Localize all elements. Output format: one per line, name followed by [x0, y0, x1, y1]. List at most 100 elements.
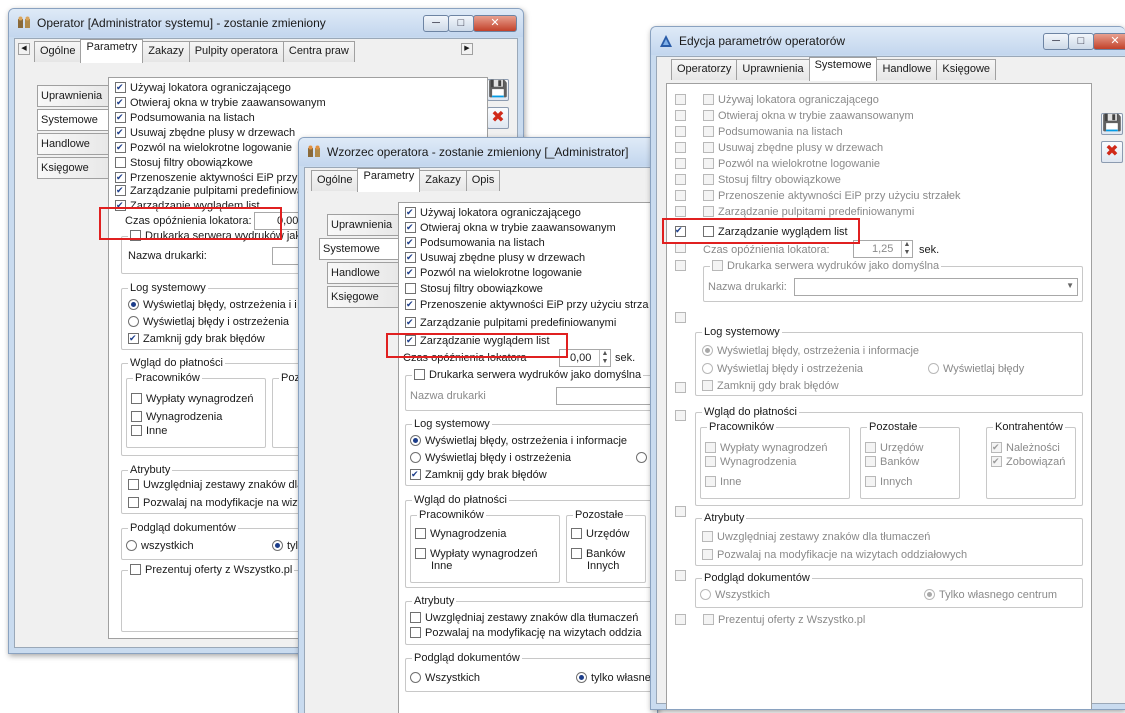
checkbox[interactable]	[571, 528, 582, 539]
radio[interactable]	[928, 363, 939, 374]
checkbox[interactable]	[991, 442, 1002, 453]
printer-select[interactable]: ▼	[794, 278, 1078, 296]
tab-handlowe[interactable]: Handlowe	[876, 59, 938, 80]
checkbox[interactable]	[405, 283, 416, 294]
checkbox[interactable]	[705, 456, 716, 467]
checkbox[interactable]	[128, 479, 139, 490]
checkbox[interactable]	[865, 456, 876, 467]
minimize-button[interactable]: ─	[423, 15, 449, 32]
checkbox[interactable]	[703, 614, 714, 625]
tab-uprawnienia[interactable]: Uprawnienia	[736, 59, 810, 80]
checkbox[interactable]	[405, 222, 416, 233]
vtab-ksiegowe[interactable]: Księgowe	[327, 286, 399, 308]
checkbox[interactable]	[703, 110, 714, 121]
minimize-button[interactable]: ─	[1043, 33, 1069, 50]
close-button[interactable]: ✕	[1093, 33, 1125, 50]
tab-operatorzy[interactable]: Operatorzy	[671, 59, 738, 80]
tab-parametry[interactable]: Parametry	[357, 168, 421, 192]
radio[interactable]	[272, 540, 283, 551]
checkbox[interactable]	[415, 548, 426, 559]
apply-flag-checkbox[interactable]	[675, 94, 686, 105]
radio[interactable]	[410, 452, 421, 463]
vtab-systemowe[interactable]: Systemowe	[319, 238, 399, 260]
checkbox[interactable]	[128, 497, 139, 508]
tab-zakazy[interactable]: Zakazy	[142, 41, 190, 62]
radio[interactable]	[576, 672, 587, 683]
checkbox[interactable]	[131, 425, 142, 436]
tab-ogolne[interactable]: Ogólne	[311, 170, 359, 191]
radio[interactable]	[410, 435, 421, 446]
radio[interactable]	[702, 345, 713, 356]
apply-flag-checkbox[interactable]	[675, 570, 686, 581]
checkbox[interactable]	[115, 142, 126, 153]
radio[interactable]	[128, 299, 139, 310]
checkbox[interactable]	[115, 97, 126, 108]
checkbox[interactable]	[415, 528, 426, 539]
checkbox[interactable]	[703, 126, 714, 137]
apply-flag-checkbox[interactable]	[675, 614, 686, 625]
vtab-systemowe[interactable]: Systemowe	[37, 109, 109, 131]
tab-systemowe[interactable]: Systemowe	[808, 57, 878, 81]
apply-flag-checkbox[interactable]	[675, 410, 686, 421]
checkbox[interactable]	[115, 82, 126, 93]
tab-opis[interactable]: Opis	[465, 170, 501, 191]
checkbox[interactable]	[405, 299, 416, 310]
tab-pulpity-operatora[interactable]: Pulpity operatora	[188, 41, 284, 62]
apply-flag-checkbox[interactable]	[675, 312, 686, 323]
apply-flag-checkbox[interactable]	[675, 206, 686, 217]
apply-flag-checkbox[interactable]	[675, 506, 686, 517]
tab-centra-praw[interactable]: Centra praw	[282, 41, 355, 62]
checkbox[interactable]	[571, 548, 582, 559]
checkbox[interactable]	[703, 206, 714, 217]
apply-flag-checkbox[interactable]	[675, 142, 686, 153]
checkbox[interactable]	[115, 172, 126, 183]
tabs-scroll-right-icon[interactable]: ▶	[461, 43, 473, 55]
apply-flag-checkbox[interactable]	[675, 382, 686, 393]
checkbox[interactable]	[705, 442, 716, 453]
checkbox[interactable]	[115, 157, 126, 168]
radio[interactable]	[126, 540, 137, 551]
vtab-handlowe[interactable]: Handlowe	[327, 262, 399, 284]
checkbox[interactable]	[128, 333, 139, 344]
radio[interactable]	[924, 589, 935, 600]
apply-flag-checkbox[interactable]	[675, 260, 686, 271]
prezentuj-checkbox[interactable]	[130, 564, 141, 575]
radio[interactable]	[636, 452, 647, 463]
checkbox[interactable]	[703, 158, 714, 169]
checkbox[interactable]	[705, 476, 716, 487]
checkbox[interactable]	[131, 393, 142, 404]
checkbox[interactable]	[405, 317, 416, 328]
checkbox[interactable]	[702, 531, 713, 542]
maximize-button[interactable]: □	[448, 15, 474, 32]
spinner-icon[interactable]: ▲ ▼	[901, 241, 912, 257]
radio[interactable]	[700, 589, 711, 600]
radio[interactable]	[702, 363, 713, 374]
checkbox[interactable]	[405, 237, 416, 248]
checkbox[interactable]	[405, 207, 416, 218]
apply-flag-checkbox[interactable]	[675, 126, 686, 137]
checkbox[interactable]	[702, 380, 713, 391]
checkbox[interactable]	[991, 456, 1002, 467]
vtab-ksiegowe[interactable]: Księgowe	[37, 157, 109, 179]
checkbox[interactable]	[405, 267, 416, 278]
apply-flag-checkbox[interactable]	[675, 190, 686, 201]
checkbox[interactable]	[405, 252, 416, 263]
checkbox[interactable]	[703, 142, 714, 153]
tab-parametry[interactable]: Parametry	[80, 39, 144, 63]
checkbox[interactable]	[703, 94, 714, 105]
edycja-titlebar[interactable]: Edycja parametrów operatorów ─ □ ✕	[651, 27, 1125, 55]
checkbox[interactable]	[702, 549, 713, 560]
apply-flag-checkbox[interactable]	[675, 110, 686, 121]
save-button[interactable]: 💾	[1101, 113, 1123, 135]
tab-ksiegowe[interactable]: Księgowe	[936, 59, 997, 80]
close-button[interactable]: ✕	[473, 15, 517, 32]
lokator-input[interactable]: 1,25 ▲ ▼	[853, 240, 913, 258]
vtab-handlowe[interactable]: Handlowe	[37, 133, 109, 155]
checkbox[interactable]	[865, 442, 876, 453]
checkbox[interactable]	[410, 627, 421, 638]
tab-zakazy[interactable]: Zakazy	[419, 170, 467, 191]
checkbox[interactable]	[115, 185, 126, 196]
checkbox[interactable]	[115, 112, 126, 123]
vtab-uprawnienia[interactable]: Uprawnienia	[37, 85, 109, 107]
printer-input[interactable]	[556, 387, 657, 405]
